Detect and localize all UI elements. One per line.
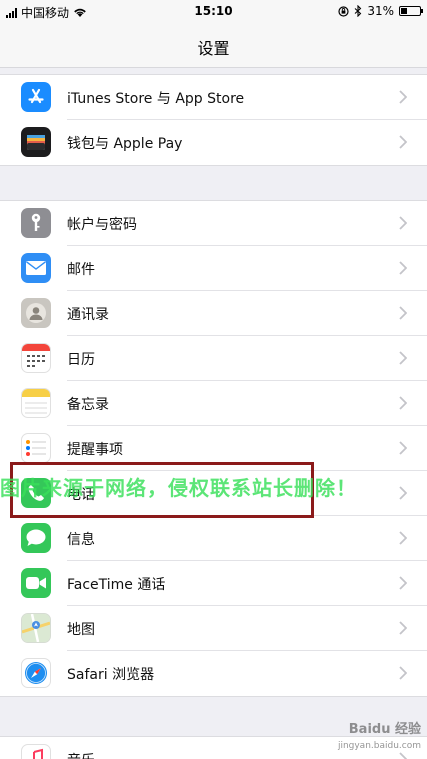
nav-bar: 设置 xyxy=(0,24,427,68)
messages-icon xyxy=(21,523,51,553)
chevron-right-icon xyxy=(399,441,407,455)
chevron-right-icon xyxy=(399,666,407,680)
settings-item-label: 备忘录 xyxy=(67,397,109,413)
contacts-icon xyxy=(21,298,51,328)
chevron-right-icon xyxy=(399,752,407,759)
safari-icon xyxy=(21,658,51,688)
settings-item-accounts-passwords[interactable]: 帐户与密码 xyxy=(0,201,427,246)
watermark-text: 图片来源于网络，侵权联系站长删除！ xyxy=(0,476,357,500)
chevron-right-icon xyxy=(399,351,407,365)
chevron-right-icon xyxy=(399,396,407,410)
bluetooth-icon xyxy=(354,5,362,17)
settings-item-label: 日历 xyxy=(67,352,95,368)
battery-icon xyxy=(399,6,423,16)
reminders-icon xyxy=(21,433,51,463)
settings-item-label: 钱包与 Apple Pay xyxy=(67,136,183,152)
calendar-icon xyxy=(21,343,51,373)
chevron-right-icon xyxy=(399,216,407,230)
settings-item-wallet-apple-pay[interactable]: 钱包与 Apple Pay xyxy=(0,120,427,165)
notes-icon xyxy=(21,388,51,418)
key-icon xyxy=(21,208,51,238)
wallet-icon xyxy=(21,127,51,157)
settings-item-label: 信息 xyxy=(67,532,95,548)
battery-percent: 31% xyxy=(367,4,394,18)
settings-item-contacts[interactable]: 通讯录 xyxy=(0,291,427,336)
settings-item-calendar[interactable]: 日历 xyxy=(0,336,427,381)
chevron-right-icon xyxy=(399,306,407,320)
lock-rotation-icon xyxy=(338,5,349,17)
chevron-right-icon xyxy=(399,135,407,149)
status-bar: 中国移动 15:10 31% xyxy=(0,0,427,24)
settings-item-itunes-app-store[interactable]: iTunes Store 与 App Store xyxy=(0,75,427,120)
settings-item-label: 邮件 xyxy=(67,262,95,278)
mail-icon xyxy=(21,253,51,283)
status-right: 31% xyxy=(338,4,423,18)
baidu-jingyan-url: jingyan.baidu.com xyxy=(337,741,421,751)
settings-item-label: 音乐 xyxy=(67,750,95,759)
settings-item-messages[interactable]: 信息 xyxy=(0,516,427,561)
settings-group-apps: 帐户与密码 邮件 通讯录 日历 备忘录 提醒事项 电话 信息 FaceTime … xyxy=(0,200,427,697)
page-title: 设置 xyxy=(197,39,230,58)
chevron-right-icon xyxy=(399,621,407,635)
settings-item-label: 提醒事项 xyxy=(67,442,123,458)
settings-item-label: FaceTime 通话 xyxy=(67,577,166,593)
settings-item-label: 通讯录 xyxy=(67,307,109,323)
chevron-right-icon xyxy=(399,531,407,545)
settings-item-maps[interactable]: 地图 xyxy=(0,606,427,651)
settings-item-notes[interactable]: 备忘录 xyxy=(0,381,427,426)
battery-fill xyxy=(401,8,407,14)
music-icon xyxy=(21,744,51,759)
baidu-jingyan-logo: Baidu 经验 xyxy=(348,722,421,737)
settings-item-facetime[interactable]: FaceTime 通话 xyxy=(0,561,427,606)
facetime-icon xyxy=(21,568,51,598)
chevron-right-icon xyxy=(399,576,407,590)
maps-icon xyxy=(21,613,51,643)
settings-item-label: iTunes Store 与 App Store xyxy=(67,91,245,107)
settings-item-mail[interactable]: 邮件 xyxy=(0,246,427,291)
settings-item-label: 帐户与密码 xyxy=(67,217,137,233)
settings-group-store: iTunes Store 与 App Store 钱包与 Apple Pay xyxy=(0,74,427,166)
settings-item-safari[interactable]: Safari 浏览器 xyxy=(0,651,427,696)
settings-item-label: 地图 xyxy=(67,622,95,638)
settings-item-label: Safari 浏览器 xyxy=(67,667,155,683)
chevron-right-icon xyxy=(399,261,407,275)
chevron-right-icon xyxy=(399,90,407,104)
app-store-icon xyxy=(21,82,51,112)
